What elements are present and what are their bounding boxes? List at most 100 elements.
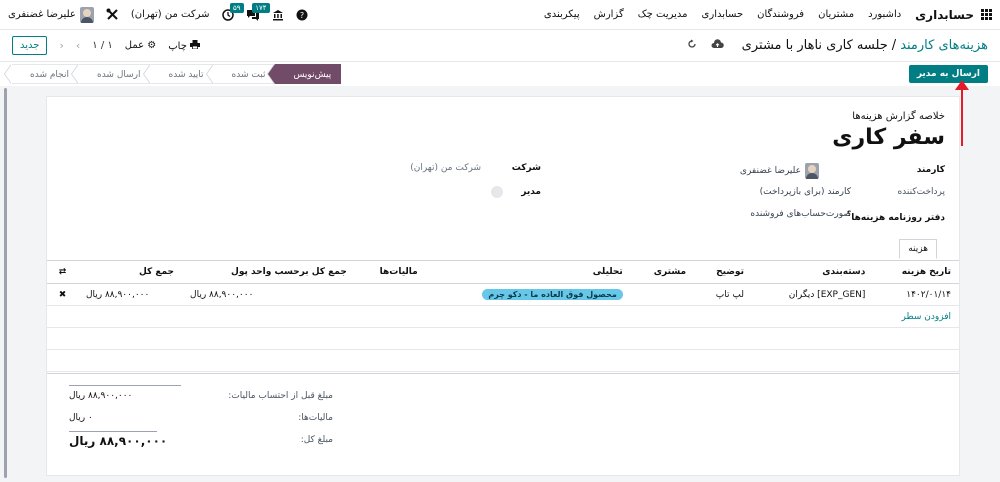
- bank-icon[interactable]: [272, 9, 284, 21]
- action-label: عمل: [124, 40, 145, 51]
- print-icon: [190, 39, 201, 49]
- total-amount-label: مبلغ کل:: [300, 435, 333, 445]
- delete-row-icon[interactable]: ✖: [47, 283, 78, 306]
- payer-field[interactable]: کارمند (برای بازپرداخت): [760, 187, 851, 197]
- app-title[interactable]: حسابداری: [915, 8, 974, 22]
- company-switcher[interactable]: شرکت من (تهران): [131, 9, 210, 20]
- scrollbar[interactable]: [4, 88, 7, 478]
- stage-approved[interactable]: تایید شده: [142, 64, 214, 84]
- breadcrumb-parent[interactable]: هزینه‌های کارمند: [900, 38, 988, 53]
- menu-item-accounting[interactable]: حسابداری: [702, 9, 744, 20]
- untaxed-amount-label: مبلغ قبل از احتساب مالیات:: [228, 391, 333, 401]
- breadcrumb-separator: /: [891, 38, 897, 53]
- status-bar-stages: پیش‌نویس ثبت شده تایید شده ارسال شده انج…: [4, 64, 342, 84]
- chat-badge: ۱۷۴: [252, 2, 270, 13]
- expense-journal-label: دفتر روزنامه هزینه‌ها؟: [847, 209, 945, 223]
- control-panel-left: چاپ ⚙ عمل ۱ / ۱ › ‹ جدید: [12, 36, 201, 55]
- pager-next-icon[interactable]: ›: [76, 39, 80, 52]
- stage-submitted[interactable]: ثبت شده: [205, 64, 276, 84]
- manager-label: مدیر: [521, 187, 541, 197]
- cell-taxes[interactable]: [354, 283, 426, 306]
- expense-journal-label-text: دفتر روزنامه هزینه‌ها: [851, 213, 945, 223]
- col-taxes[interactable]: مالیات‌ها: [354, 261, 426, 284]
- totals-line: [69, 385, 181, 386]
- new-button[interactable]: جدید: [12, 36, 48, 55]
- cell-customer[interactable]: [630, 283, 695, 306]
- menu-item-dashboard[interactable]: داشبورد: [868, 9, 901, 20]
- pager-prev-icon[interactable]: ‹: [59, 39, 63, 52]
- company-label: شرکت: [511, 163, 541, 173]
- add-line-row: افزودن سطر: [47, 305, 959, 328]
- menu-item-check-management[interactable]: مدیریت چک: [638, 9, 688, 20]
- tools-icon[interactable]: [106, 8, 119, 21]
- cell-analytic[interactable]: محصول فوق العاده ما - دکو چرم: [425, 283, 631, 306]
- company-field[interactable]: شرکت من (تهران): [410, 163, 481, 173]
- cell-total-currency[interactable]: ۸۸,۹۰۰,۰۰۰ ریال: [182, 283, 355, 306]
- cell-total[interactable]: ۸۸,۹۰۰,۰۰۰ ریال: [77, 283, 183, 306]
- apps-menu-icon[interactable]: [980, 8, 992, 21]
- col-analytic[interactable]: تحلیلی: [425, 261, 631, 284]
- stage-posted[interactable]: ارسال شده: [71, 64, 151, 84]
- totals-line: [69, 431, 157, 432]
- col-expense-date[interactable]: تاریخ هزینه: [873, 261, 959, 284]
- report-title[interactable]: سفر کاری: [832, 125, 945, 150]
- employee-field[interactable]: علیرضا غضنفری: [740, 163, 819, 179]
- payer-label: پرداخت‌کننده: [897, 187, 945, 197]
- status-row: ارسال به مدیر پیش‌نویس ثبت شده تایید شده…: [0, 62, 1000, 86]
- expense-lines-table: تاریخ هزینه دسته‌بندی توضیح مشتری تحلیلی…: [47, 261, 959, 372]
- discard-undo-icon[interactable]: [687, 39, 697, 52]
- col-category[interactable]: دسته‌بندی: [751, 261, 874, 284]
- stage-done[interactable]: انجام شده: [4, 64, 79, 84]
- systray: ? ۱۷۴ ۵۹ شرکت من (تهران) علیرضا غضنفری: [8, 2, 308, 23]
- main-menu: داشبورد مشتریان فروشندگان حسابداری مدیری…: [544, 9, 901, 20]
- svg-text:?: ?: [299, 11, 303, 20]
- table-header-row: تاریخ هزینه دسته‌بندی توضیح مشتری تحلیلی…: [47, 261, 959, 284]
- analytic-tag: محصول فوق العاده ما - دکو چرم: [482, 288, 623, 300]
- manager-field[interactable]: [491, 186, 503, 198]
- user-name: علیرضا غضنفری: [8, 9, 76, 20]
- send-to-manager-button[interactable]: ارسال به مدیر: [908, 65, 988, 83]
- totals-separator: [47, 373, 959, 374]
- untaxed-amount-value: ۸۸,۹۰۰,۰۰۰ ریال: [69, 391, 133, 401]
- activity-clock-icon[interactable]: ۵۹: [221, 2, 244, 21]
- empty-row: [47, 349, 959, 372]
- employee-label: کارمند: [916, 165, 945, 175]
- pager-value[interactable]: ۱ / ۱: [92, 40, 112, 51]
- employee-value: علیرضا غضنفری: [739, 166, 801, 176]
- cell-description[interactable]: لپ تاپ: [694, 283, 752, 306]
- help-icon[interactable]: ?: [296, 9, 308, 21]
- menu-item-configuration[interactable]: پیکربندی: [544, 9, 580, 20]
- stage-draft[interactable]: پیش‌نویس: [267, 64, 342, 84]
- form-sheet: خلاصه گزارش هزینه‌ها سفر کاری کارمند علی…: [46, 96, 960, 476]
- menu-item-reporting[interactable]: گزارش: [594, 9, 624, 20]
- col-description[interactable]: توضیح: [694, 261, 752, 284]
- action-menu[interactable]: ⚙ عمل: [125, 40, 156, 51]
- print-menu[interactable]: چاپ: [168, 39, 201, 52]
- menu-item-customers[interactable]: مشتریان: [818, 9, 854, 20]
- cell-category[interactable]: [EXP_GEN] دیگران: [751, 283, 874, 306]
- table-row[interactable]: ۱۴۰۲/۰۱/۱۴ [EXP_GEN] دیگران لپ تاپ محصول…: [47, 283, 959, 306]
- user-menu[interactable]: علیرضا غضنفری: [8, 6, 94, 23]
- top-navbar: حسابداری داشبورد مشتریان فروشندگان حسابد…: [0, 0, 1000, 30]
- col-customer[interactable]: مشتری: [630, 261, 695, 284]
- cloud-upload-icon[interactable]: [711, 39, 724, 52]
- tab-expense[interactable]: هزینه: [899, 239, 937, 259]
- expense-journal-field[interactable]: صورت‌حساب‌های فروشنده: [750, 209, 851, 219]
- total-amount-value: ۸۸,۹۰۰,۰۰۰ ریال: [69, 434, 168, 448]
- user-avatar: [79, 6, 94, 23]
- add-line-link[interactable]: افزودن سطر: [902, 312, 951, 322]
- column-settings-icon[interactable]: ⇄: [47, 261, 78, 284]
- taxes-label: مالیات‌ها:: [298, 413, 333, 423]
- cell-date[interactable]: ۱۴۰۲/۰۱/۱۴: [873, 283, 959, 306]
- gear-icon: ⚙: [147, 40, 157, 51]
- control-panel: هزینه‌های کارمند / جلسه کاری ناهار با مش…: [0, 30, 1000, 62]
- activity-badge: ۵۹: [229, 2, 244, 13]
- col-total-currency[interactable]: جمع کل برحسب واحد پول: [182, 261, 355, 284]
- breadcrumb-current: جلسه کاری ناهار با مشتری: [741, 38, 888, 53]
- chat-icon[interactable]: ۱۷۴: [246, 2, 270, 21]
- col-total[interactable]: جمع کل: [77, 261, 183, 284]
- print-label: چاپ: [168, 40, 187, 52]
- empty-row: [47, 327, 959, 350]
- taxes-value: ۰ ریال: [69, 413, 93, 423]
- menu-item-vendors[interactable]: فروشندگان: [757, 9, 804, 20]
